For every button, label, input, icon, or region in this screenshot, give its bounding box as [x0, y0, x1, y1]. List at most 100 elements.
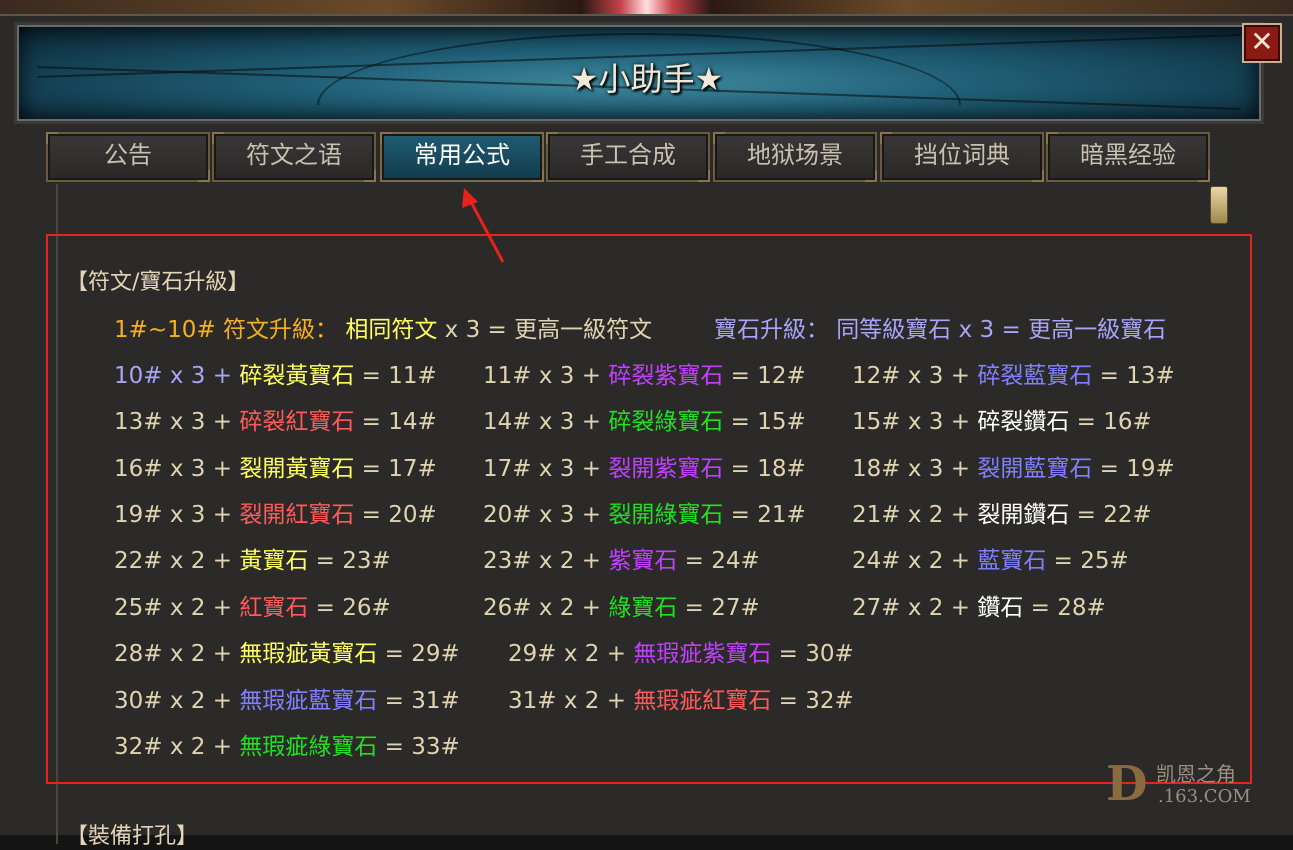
tab-runewords[interactable]: 符文之语	[212, 132, 376, 182]
formula-entry: 22# x 2 + 黃寶石 = 23#	[114, 541, 391, 575]
formula-input: 12# x 3 +	[852, 363, 978, 389]
close-icon: ✕	[1250, 25, 1274, 58]
formula-result: = 14#	[354, 409, 437, 435]
gem-name: 黃寶石	[239, 548, 309, 574]
formula-result: = 16#	[1069, 409, 1152, 435]
tab-crafting[interactable]: 手工合成	[546, 132, 710, 182]
tab-label: 符文之语	[246, 141, 342, 169]
tab-label: 挡位词典	[914, 141, 1010, 169]
formula-input: 30# x 2 +	[114, 688, 240, 714]
formula-entry: 18# x 3 + 裂開藍寶石 = 19#	[852, 449, 1175, 483]
gem-name: 藍寶石	[977, 548, 1047, 574]
watermark-domain: .163.COM	[1158, 786, 1251, 807]
formula-entry: 31# x 2 + 無瑕疵紅寶石 = 32#	[508, 681, 854, 715]
gem-name: 無瑕疵紫寶石	[633, 641, 772, 667]
gem-name: 碎裂綠寶石	[608, 409, 724, 435]
formula-input: 10# x 3 +	[114, 363, 240, 389]
formula-input: 21# x 2 +	[852, 502, 978, 528]
gem-name: 無瑕疵黃寶石	[239, 641, 378, 667]
gem-name: 紅寶石	[239, 595, 309, 621]
tab-announcement[interactable]: 公告	[46, 132, 210, 182]
formula-input: 24# x 2 +	[852, 548, 978, 574]
window-title: ★小助手★	[569, 60, 724, 98]
formula-entry: 19# x 3 + 裂開紅寶石 = 20#	[114, 495, 437, 529]
tab-label: 暗黑经验	[1080, 141, 1176, 169]
gem-upgrade-line: 寶石升級： 同等級寶石 x 3 = 更高一級寶石	[714, 317, 1167, 343]
formula-result: = 30#	[771, 641, 854, 667]
gem-name: 無瑕疵藍寶石	[239, 688, 378, 714]
gem-name: 碎裂紅寶石	[239, 409, 355, 435]
gem-name: 綠寶石	[608, 595, 678, 621]
tab-diablo-experience[interactable]: 暗黑经验	[1046, 132, 1210, 182]
formula-result: = 19#	[1092, 456, 1175, 482]
formula-entry: 27# x 2 + 鑽石 = 28#	[852, 588, 1106, 622]
formula-input: 31# x 2 +	[508, 688, 634, 714]
formula-entry: 17# x 3 + 裂開紫寶石 = 18#	[483, 449, 806, 483]
formula-entry: 25# x 2 + 紅寶石 = 26#	[114, 588, 391, 622]
formula-entry: 15# x 3 + 碎裂鑽石 = 16#	[852, 402, 1152, 436]
formula-result: = 22#	[1069, 502, 1152, 528]
formula-entry: 30# x 2 + 無瑕疵藍寶石 = 31#	[114, 681, 460, 715]
formula-input: 26# x 2 +	[483, 595, 609, 621]
formula-input: 19# x 3 +	[114, 502, 240, 528]
diablo-logo: D	[1106, 756, 1148, 812]
formula-entry: 24# x 2 + 藍寶石 = 25#	[852, 541, 1129, 575]
formula-entry: 32# x 2 + 無瑕疵綠寶石 = 33#	[114, 727, 460, 761]
gem-name: 碎裂藍寶石	[977, 363, 1093, 389]
formula-input: 16# x 3 +	[114, 456, 240, 482]
formula-entry: 10# x 3 + 碎裂黃寶石 = 11#	[114, 356, 437, 390]
formula-entry: 13# x 3 + 碎裂紅寶石 = 14#	[114, 402, 437, 436]
formula-input: 11# x 3 +	[483, 363, 609, 389]
gem-name: 碎裂鑽石	[977, 409, 1070, 435]
formula-entry: 29# x 2 + 無瑕疵紫寶石 = 30#	[508, 634, 854, 668]
gem-name: 裂開綠寶石	[608, 502, 724, 528]
formula-result: = 23#	[308, 548, 391, 574]
tab-label: 公告	[104, 141, 152, 169]
formula-entry: 21# x 2 + 裂開鑽石 = 22#	[852, 495, 1152, 529]
formula-result: = 26#	[308, 595, 391, 621]
formula-input: 20# x 3 +	[483, 502, 609, 528]
formula-result: = 31#	[377, 688, 460, 714]
formula-entry: 26# x 2 + 綠寶石 = 27#	[483, 588, 760, 622]
formula-input: 13# x 3 +	[114, 409, 240, 435]
formula-input: 27# x 2 +	[852, 595, 978, 621]
gem-name: 裂開黃寶石	[239, 456, 355, 482]
formula-result: = 13#	[1092, 363, 1175, 389]
formula-entry: 14# x 3 + 碎裂綠寶石 = 15#	[483, 402, 806, 436]
formula-result: = 12#	[723, 363, 806, 389]
formula-result: = 27#	[677, 595, 760, 621]
gem-name: 紫寶石	[608, 548, 678, 574]
gem-name: 裂開藍寶石	[977, 456, 1093, 482]
gem-name: 裂開紫寶石	[608, 456, 724, 482]
rune-upgrade-result: x 3 = 更高一級符文	[437, 317, 653, 343]
formula-input: 23# x 2 +	[483, 548, 609, 574]
formula-entry: 12# x 3 + 碎裂藍寶石 = 13#	[852, 356, 1175, 390]
formula-input: 14# x 3 +	[483, 409, 609, 435]
formula-result: = 20#	[354, 502, 437, 528]
gem-name: 碎裂黃寶石	[239, 363, 355, 389]
close-button[interactable]: ✕	[1242, 23, 1282, 63]
formula-result: = 28#	[1023, 595, 1106, 621]
scrollbar-handle[interactable]	[1210, 186, 1228, 224]
tab-breakpoint-dictionary[interactable]: 挡位词典	[880, 132, 1044, 182]
gem-name: 無瑕疵綠寶石	[239, 734, 378, 760]
formula-result: = 21#	[723, 502, 806, 528]
formula-input: 25# x 2 +	[114, 595, 240, 621]
formula-result: = 15#	[723, 409, 806, 435]
tab-common-formulas[interactable]: 常用公式	[380, 132, 544, 182]
tab-hell-scenes[interactable]: 地狱场景	[713, 132, 877, 182]
rune-upgrade-label: 1#~10# 符文升級：	[114, 317, 339, 343]
formula-entry: 11# x 3 + 碎裂紫寶石 = 12#	[483, 356, 806, 390]
formula-entry: 28# x 2 + 無瑕疵黃寶石 = 29#	[114, 634, 460, 668]
formula-result: = 25#	[1046, 548, 1129, 574]
watermark-text: 凯恩之角	[1156, 762, 1236, 786]
formula-input: 17# x 3 +	[483, 456, 609, 482]
gem-name: 無瑕疵紅寶石	[633, 688, 772, 714]
formula-entry: 20# x 3 + 裂開綠寶石 = 21#	[483, 495, 806, 529]
rune-upgrade-formula: 相同符文	[345, 317, 438, 343]
gem-name: 裂開鑽石	[977, 502, 1070, 528]
formula-input: 28# x 2 +	[114, 641, 240, 667]
formula-result: = 18#	[723, 456, 806, 482]
formula-result: = 32#	[771, 688, 854, 714]
tab-label: 地狱场景	[747, 141, 843, 169]
